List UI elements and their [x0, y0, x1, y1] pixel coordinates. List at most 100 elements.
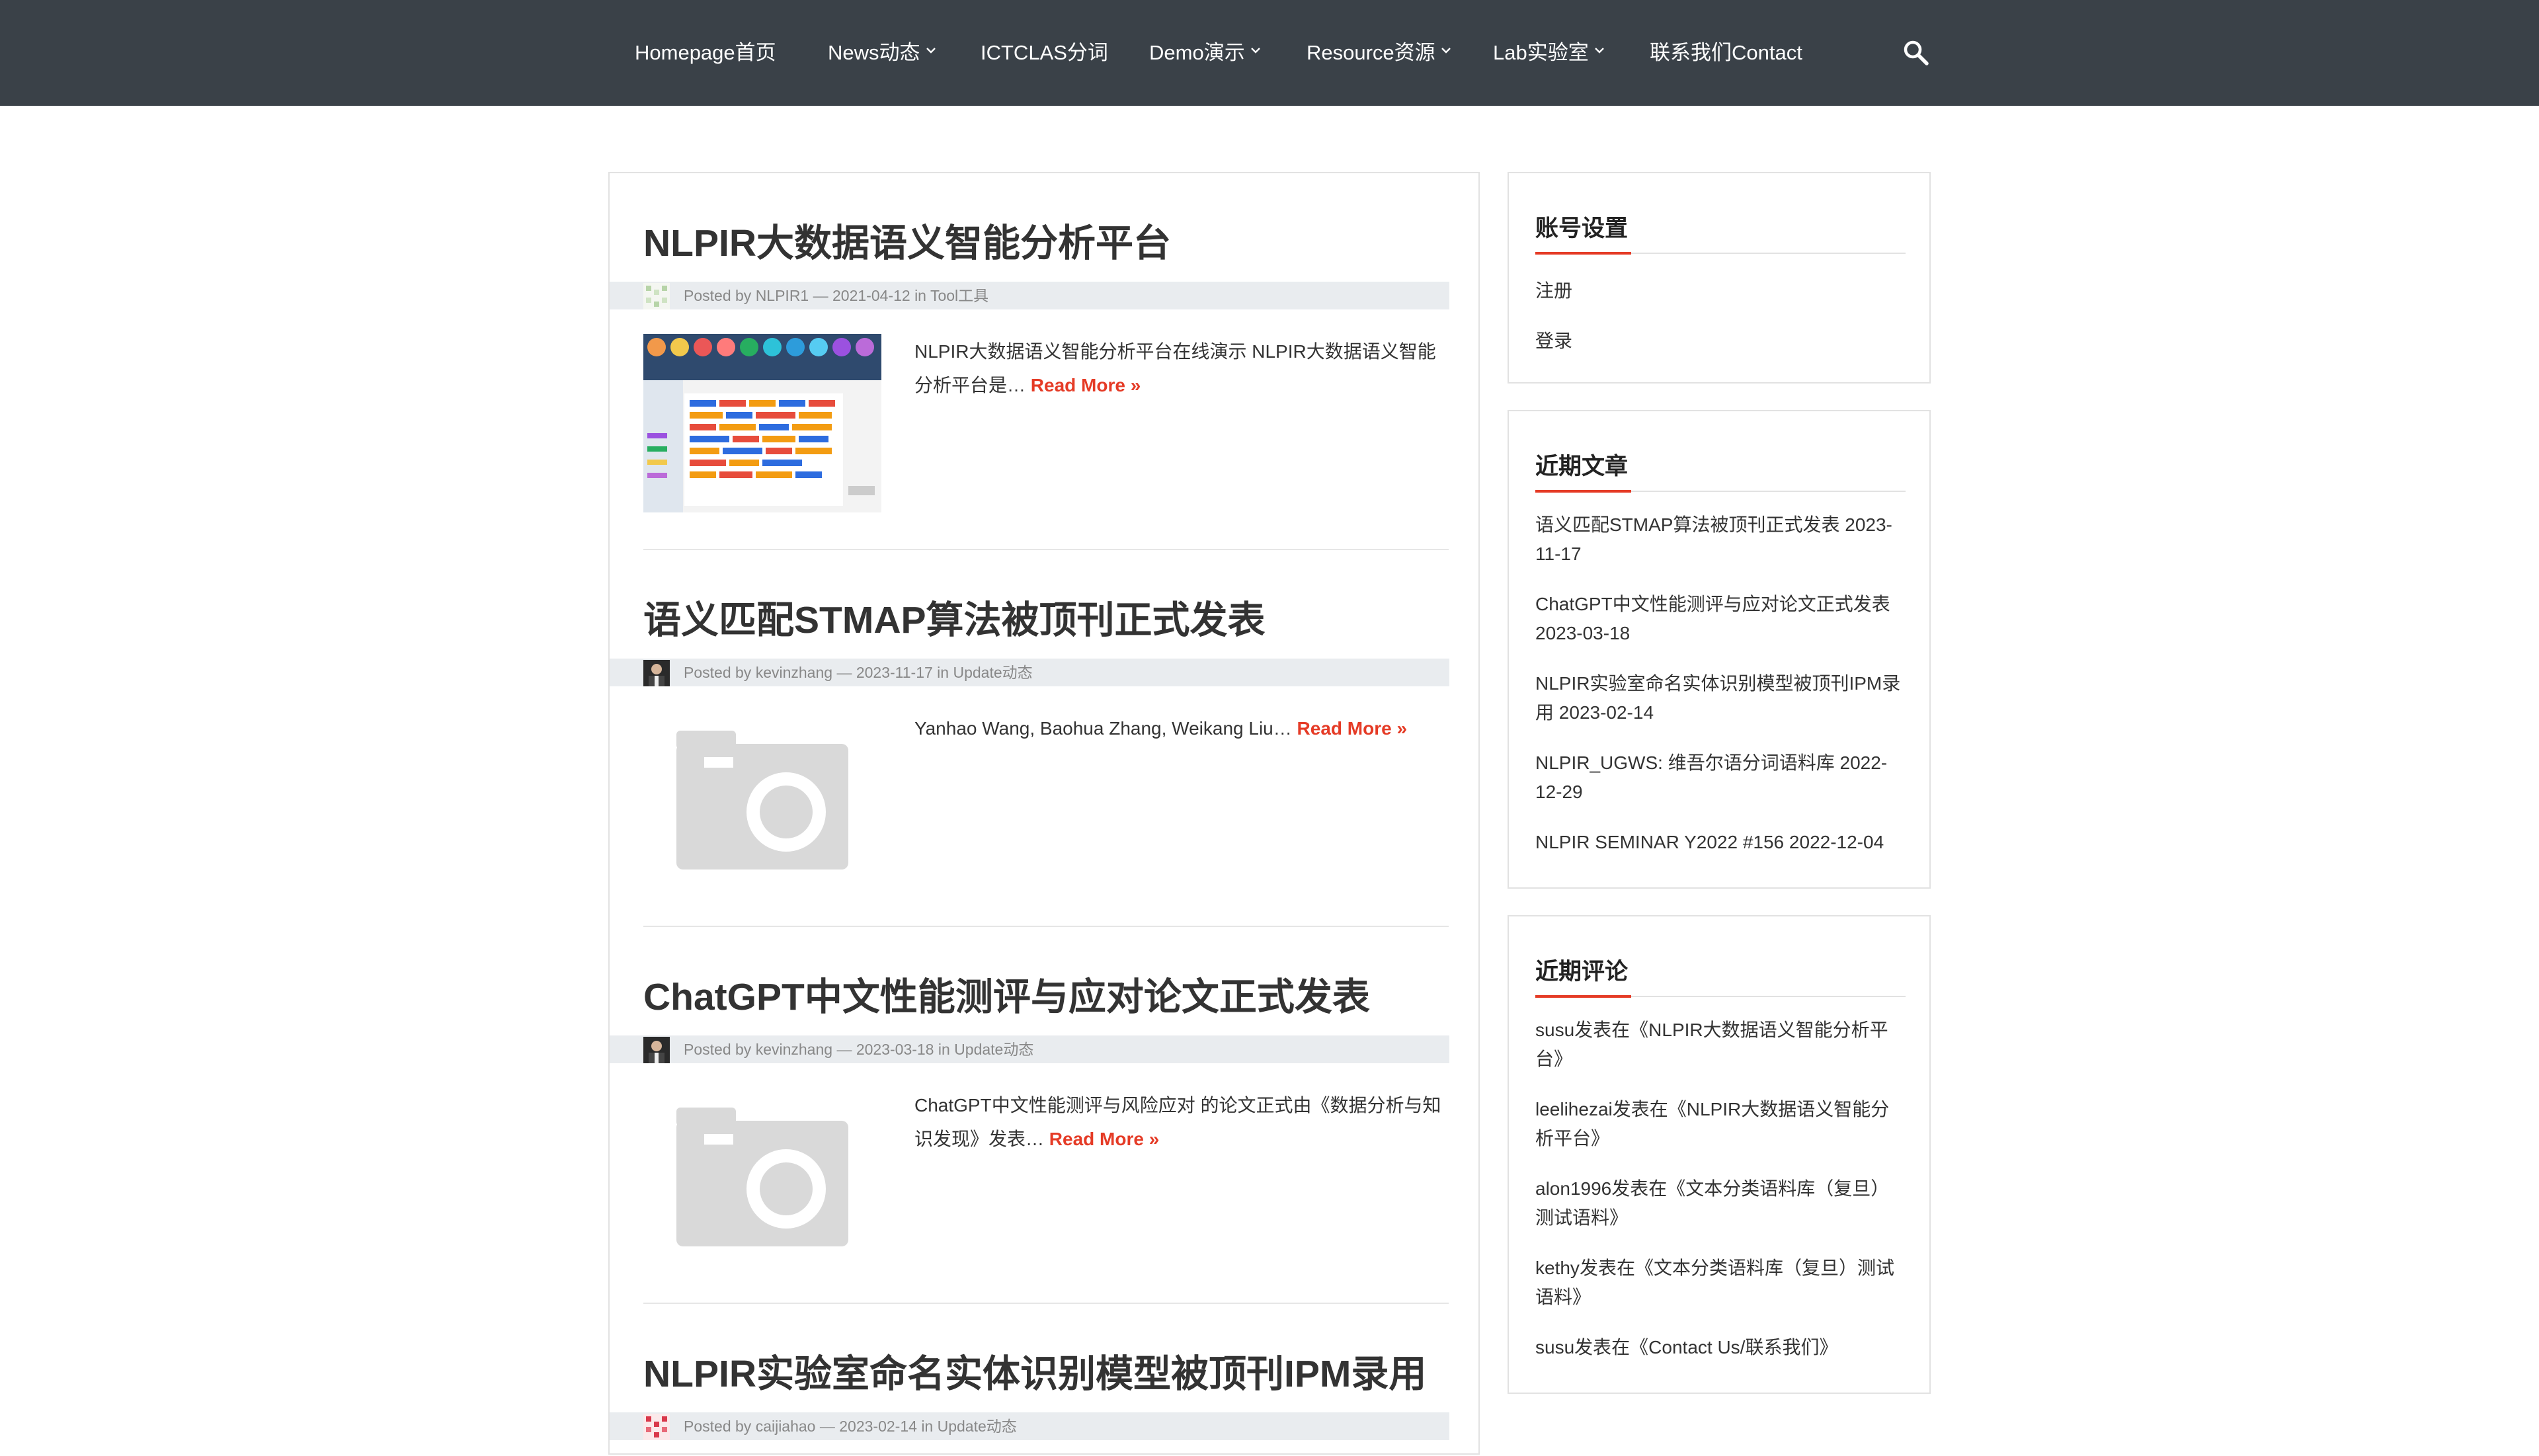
post-title[interactable]: 语义匹配STMAP算法被顶刊正式发表	[643, 590, 1437, 644]
meta-date-link[interactable]: 2021-04-12	[832, 287, 910, 304]
recent-post-link[interactable]: NLPIR SEMINAR Y2022 #156	[1535, 832, 1784, 852]
post-title[interactable]: NLPIR大数据语义智能分析平台	[643, 213, 1437, 267]
post-list: NLPIR大数据语义智能分析平台 Posted by NLPIR1 — 2021…	[608, 172, 1480, 1455]
widget-recent-comments: 近期评论 susu发表在《NLPIR大数据语义智能分析平台》 leeliheza…	[1508, 915, 1931, 1394]
meta-author-link[interactable]: NLPIR1	[756, 287, 809, 304]
avatar	[643, 1037, 670, 1063]
widget-title-underline	[1535, 252, 1906, 255]
meta-in: in	[938, 1041, 950, 1058]
search-icon[interactable]	[1902, 38, 1931, 67]
widget-title-underline	[1535, 490, 1906, 493]
read-more-link[interactable]: Read More »	[1297, 718, 1408, 739]
widget-account-settings: 账号设置 注册 登录	[1508, 172, 1931, 384]
meta-author-link[interactable]: kevinzhang	[756, 1041, 832, 1058]
recent-comments-list: susu发表在《NLPIR大数据语义智能分析平台》 leelihezai发表在《…	[1535, 1016, 1906, 1383]
recent-comment-item: susu发表在《NLPIR大数据语义智能分析平台》	[1535, 1016, 1906, 1074]
recent-posts-list: 语义匹配STMAP算法被顶刊正式发表 2023-11-17 ChatGPT中文性…	[1535, 510, 1906, 878]
nav-item-demo[interactable]: Demo演示	[1149, 0, 1262, 106]
meta-category-link[interactable]: Update动态	[953, 664, 1032, 681]
recent-post-item[interactable]: NLPIR实验室命名实体识别模型被顶刊IPM录用 2023-02-14	[1535, 669, 1906, 727]
nav-item-homepage[interactable]: Homepage首页	[635, 0, 776, 106]
comment-author[interactable]: susu	[1535, 1337, 1574, 1357]
comment-on: 发表在	[1612, 1099, 1668, 1119]
recent-comment-item: susu发表在《Contact Us/联系我们》	[1535, 1333, 1906, 1362]
meta-category-link[interactable]: Tool工具	[930, 287, 988, 304]
nav-item-label: ICTCLAS分词	[981, 41, 1108, 64]
recent-comment-item: alon1996发表在《文本分类语料库（复旦）测试语料》	[1535, 1174, 1906, 1233]
meta-separator: —	[819, 1418, 835, 1435]
chevron-down-icon	[1589, 0, 1606, 106]
widget-title: 近期评论	[1535, 959, 1629, 985]
post-title[interactable]: NLPIR实验室命名实体识别模型被顶刊IPM录用	[643, 1344, 1437, 1398]
excerpt-text: Yanhao Wang, Baohua Zhang, Weikang Liu…	[914, 718, 1292, 739]
chevron-down-icon	[920, 0, 938, 106]
comment-author[interactable]: alon1996	[1535, 1178, 1611, 1199]
post-thumbnail[interactable]	[643, 334, 881, 512]
meta-posted-by: Posted by	[684, 664, 752, 681]
login-link[interactable]: 登录	[1535, 326, 1906, 356]
recent-post-link[interactable]: 语义匹配STMAP算法被顶刊正式发表	[1535, 514, 1839, 535]
meta-category-link[interactable]: Update动态	[938, 1418, 1017, 1435]
recent-post-date: 2023-03-18	[1535, 623, 1631, 643]
meta-category-link[interactable]: Update动态	[954, 1041, 1033, 1058]
recent-post-date: 2022-12-04	[1789, 832, 1884, 852]
meta-posted-by: Posted by	[684, 1041, 752, 1058]
post-meta-text: Posted by caijiahao — 2023-02-14 in Upda…	[684, 1412, 1017, 1440]
recent-post-link[interactable]: NLPIR_UGWS: 维吾尔语分词语料库	[1535, 752, 1835, 773]
nav-item-label: News动态	[828, 41, 920, 64]
nav-item-lab[interactable]: Lab实验室	[1493, 0, 1606, 106]
nav-item-label: 联系我们Contact	[1650, 41, 1802, 64]
meta-date-link[interactable]: 2023-03-18	[856, 1041, 934, 1058]
comment-on: 发表在	[1579, 1258, 1635, 1278]
post-meta: Posted by caijiahao — 2023-02-14 in Upda…	[610, 1412, 1449, 1440]
read-more-link[interactable]: Read More »	[1031, 375, 1141, 395]
comment-post-link[interactable]: 《Contact Us/联系我们》	[1630, 1337, 1837, 1357]
register-link[interactable]: 注册	[1535, 276, 1906, 306]
chevron-down-icon	[1245, 0, 1262, 106]
meta-author-link[interactable]: kevinzhang	[756, 664, 832, 681]
meta-posted-by: Posted by	[684, 287, 752, 304]
post-card: NLPIR大数据语义智能分析平台 Posted by NLPIR1 — 2021…	[610, 173, 1481, 550]
meta-separator: —	[836, 664, 852, 681]
nav-item-contact[interactable]: 联系我们Contact	[1650, 0, 1802, 106]
widget-title: 近期文章	[1535, 454, 1629, 479]
meta-separator: —	[836, 1041, 852, 1058]
top-navigation-bar: Homepage首页 News动态 ICTCLAS分词 Demo演示 Resou…	[0, 0, 2539, 106]
recent-post-item[interactable]: NLPIR SEMINAR Y2022 #156 2022-12-04	[1535, 828, 1906, 857]
post-card: NLPIR实验室命名实体识别模型被顶刊IPM录用 Posted by caiji…	[610, 1304, 1481, 1456]
nav-item-label: Lab实验室	[1493, 41, 1589, 64]
post-card: 语义匹配STMAP算法被顶刊正式发表 Posted by kevinzhang …	[610, 550, 1481, 927]
recent-post-item[interactable]: 语义匹配STMAP算法被顶刊正式发表 2023-11-17	[1535, 510, 1906, 569]
camera-icon[interactable]	[643, 1088, 881, 1266]
recent-post-link[interactable]: ChatGPT中文性能测评与应对论文正式发表	[1535, 594, 1890, 614]
comment-on: 发表在	[1611, 1178, 1668, 1199]
comment-author[interactable]: leelihezai	[1535, 1099, 1613, 1119]
post-card: ChatGPT中文性能测评与应对论文正式发表 Posted by kevinzh…	[610, 927, 1481, 1304]
comment-author[interactable]: kethy	[1535, 1258, 1580, 1278]
post-excerpt: Yanhao Wang, Baohua Zhang, Weikang Liu… …	[914, 711, 1450, 745]
meta-in: in	[937, 664, 949, 681]
meta-date-link[interactable]: 2023-11-17	[856, 664, 933, 681]
meta-in: in	[914, 287, 926, 304]
meta-in: in	[921, 1418, 934, 1435]
excerpt-text: NLPIR大数据语义智能分析平台在线演示 NLPIR大数据语义智能分析平台是…	[914, 341, 1436, 395]
nav-item-ictclas[interactable]: ICTCLAS分词	[981, 0, 1108, 106]
recent-post-item[interactable]: NLPIR_UGWS: 维吾尔语分词语料库 2022-12-29	[1535, 748, 1906, 807]
meta-author-link[interactable]: caijiahao	[756, 1418, 816, 1435]
meta-date-link[interactable]: 2023-02-14	[839, 1418, 917, 1435]
nav-item-news[interactable]: News动态	[828, 0, 938, 106]
nav-item-label: Demo演示	[1149, 41, 1245, 64]
post-meta-text: Posted by NLPIR1 — 2021-04-12 in Tool工具	[684, 282, 988, 309]
post-excerpt: ChatGPT中文性能测评与风险应对 的论文正式由《数据分析与知识发现》发表… …	[914, 1088, 1450, 1156]
recent-post-item[interactable]: ChatGPT中文性能测评与应对论文正式发表 2023-03-18	[1535, 590, 1906, 648]
post-title[interactable]: ChatGPT中文性能测评与应对论文正式发表	[643, 967, 1437, 1021]
avatar	[643, 1414, 670, 1440]
nav-item-label: Resource资源	[1307, 41, 1435, 64]
comment-on: 发表在	[1574, 1020, 1631, 1040]
post-meta: Posted by kevinzhang — 2023-03-18 in Upd…	[610, 1035, 1449, 1063]
read-more-link[interactable]: Read More »	[1049, 1129, 1160, 1149]
meta-posted-by: Posted by	[684, 1418, 752, 1435]
comment-author[interactable]: susu	[1535, 1020, 1574, 1040]
camera-icon[interactable]	[643, 711, 881, 889]
nav-item-resource[interactable]: Resource资源	[1307, 0, 1453, 106]
